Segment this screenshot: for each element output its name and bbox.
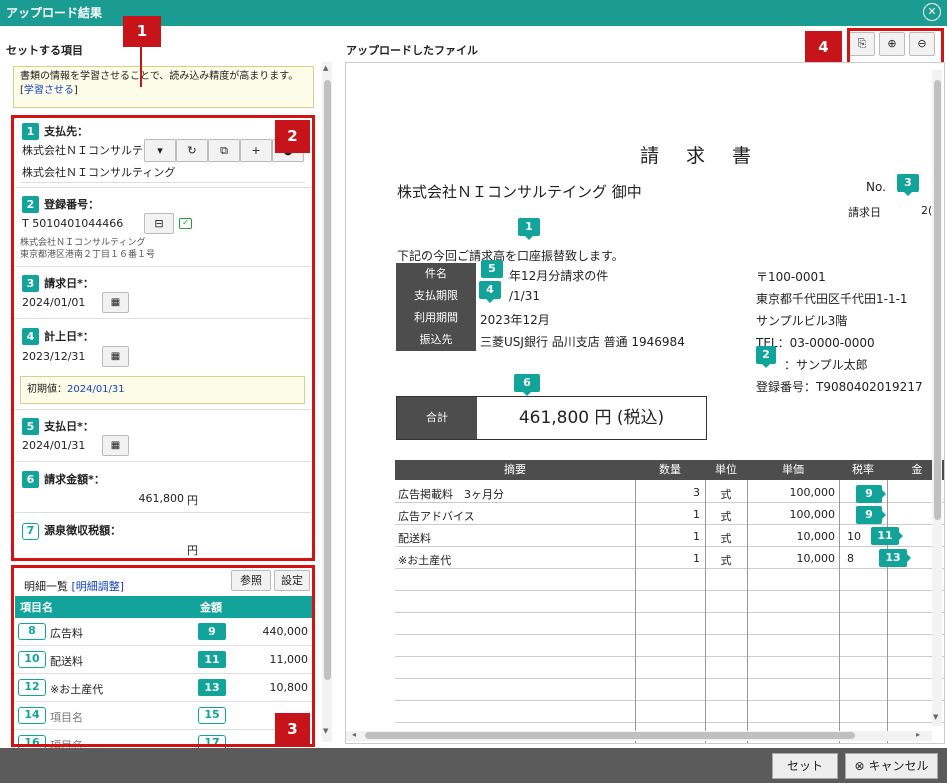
document-viewer[interactable]: 請 求 書 株式会社ＮＩコンサルテイング 御中 No. 請求日 2( 下記の今回…: [345, 62, 945, 744]
info-value: 三菱USJ銀行 品川支店 普通 1946984: [480, 335, 685, 349]
item-price: 10,000: [796, 530, 836, 543]
set-button[interactable]: セット: [772, 753, 838, 779]
table-col-rule: [635, 480, 636, 743]
close-icon[interactable]: ✕: [923, 3, 941, 21]
doc-field-marker: 6: [514, 374, 540, 396]
info-label: 利用期間: [396, 307, 476, 329]
item-tax: 10: [847, 530, 861, 543]
doc-intro: 下記の今回ご請求高を口座振替致します。: [397, 249, 624, 263]
table-header-cell: 摘要: [504, 463, 526, 476]
info-label: 振込先: [396, 329, 476, 351]
doc-field-marker: 9: [856, 485, 886, 503]
table-rule: [395, 524, 944, 525]
item-qty: 3: [693, 486, 700, 499]
item-price: 100,000: [789, 508, 836, 521]
total-value: 461,800 円 (税込): [518, 408, 665, 428]
table-header-cell: 税率: [852, 463, 874, 476]
sender-regno: 登録番号：T9080402019217: [756, 380, 923, 394]
footer-bar: セット ⊗ キャンセル: [0, 748, 947, 783]
doc-field-marker: 9: [856, 506, 886, 524]
item-desc: 広告掲載料 3ヶ月分: [398, 488, 504, 501]
left-heading: セットする項目: [6, 44, 83, 57]
learn-link[interactable]: 学習させる: [24, 85, 74, 96]
doc-vscroll-thumb[interactable]: [934, 80, 941, 520]
doc-client: 株式会社ＮＩコンサルテイング 御中: [397, 183, 642, 201]
right-heading: アップロードしたファイル: [346, 44, 478, 57]
callout-label-3: 3: [275, 713, 310, 746]
doc-date-label: 請求日: [848, 206, 881, 219]
table-rule: [395, 568, 944, 569]
info-value: 年12月分請求の件: [509, 269, 609, 283]
item-qty: 1: [693, 552, 700, 565]
learn-info-box: 書類の情報を学習させることで、読み込み精度が高まります。[学習させる]: [13, 66, 314, 108]
doc-hscroll-thumb[interactable]: [365, 732, 855, 739]
sender-address: 東京都千代田区千代田1-1-1: [756, 292, 908, 306]
item-qty: 1: [693, 530, 700, 543]
left-scroll-thumb[interactable]: [324, 80, 331, 680]
doc-field-marker: 1: [518, 218, 540, 240]
item-unit: 式: [720, 510, 732, 523]
table-rule: [395, 722, 944, 723]
scroll-left-icon[interactable]: ◂: [352, 730, 356, 739]
scroll-down-icon[interactable]: ▼: [323, 727, 328, 735]
item-desc: ※お土産代: [398, 554, 452, 567]
table-rule: [395, 634, 944, 635]
item-qty: 1: [693, 508, 700, 521]
cancel-icon: ⊗: [854, 759, 865, 773]
sender-building: サンプルビル3階: [756, 314, 848, 328]
table-rule: [395, 590, 944, 591]
doc-field-marker: 3: [897, 174, 919, 196]
doc-title: 請 求 書: [640, 145, 756, 167]
table-rule: [395, 656, 944, 657]
scroll-up-icon[interactable]: ▲: [323, 64, 328, 72]
callout-box-4: [847, 28, 944, 65]
info-end: ]: [73, 85, 78, 96]
doc-field-marker: 4: [479, 281, 501, 303]
info-value: /1/31: [509, 289, 540, 303]
table-col-rule: [839, 480, 840, 743]
callout-box-2: [11, 115, 315, 561]
info-label: 件名: [396, 263, 476, 285]
table-rule: [395, 546, 944, 547]
item-unit: 式: [720, 554, 732, 567]
cancel-label: キャンセル: [868, 759, 929, 773]
doc-field-marker: 13: [879, 549, 911, 567]
doc-page: 請 求 書 株式会社ＮＩコンサルテイング 御中 No. 請求日 2( 下記の今回…: [346, 63, 944, 743]
window-title: アップロード結果: [6, 6, 103, 20]
doc-no-label: No.: [866, 180, 886, 194]
callout-box-3: [11, 565, 315, 747]
callout-line-1: [140, 47, 142, 87]
item-tax: 8: [847, 552, 854, 565]
item-price: 100,000: [789, 486, 836, 499]
table-rule: [395, 700, 944, 701]
doc-date-value: 2(: [921, 204, 933, 217]
doc-field-marker: 5: [481, 260, 503, 278]
callout-label-2: 2: [275, 120, 310, 153]
callout-label-1: 1: [123, 16, 161, 47]
total-label: 合計: [397, 397, 477, 439]
item-price: 10,000: [796, 552, 836, 565]
info-value: 2023年12月: [480, 313, 550, 327]
table-header: 摘要 数量 単位 単価 税率金: [395, 460, 944, 480]
info-label: 支払期限: [396, 285, 476, 307]
scroll-down-icon[interactable]: ▼: [933, 713, 938, 721]
table-header-cell: 単位: [715, 463, 737, 476]
callout-label-4: 4: [805, 31, 842, 64]
doc-field-marker: 11: [871, 527, 903, 545]
item-desc: 配送料: [398, 532, 431, 545]
table-header-cell: 数量: [659, 463, 681, 476]
item-desc: 広告アドバイス: [398, 510, 475, 523]
table-rule: [395, 678, 944, 679]
item-unit: 式: [720, 532, 732, 545]
doc-field-marker: 2: [756, 346, 776, 368]
sender-zip: 〒100-0001: [756, 270, 826, 284]
table-col-rule: [887, 480, 888, 743]
item-unit: 式: [720, 488, 732, 501]
table-header-cell: 単価: [782, 463, 804, 476]
sender-person: ：サンプル太郎: [784, 358, 868, 372]
scroll-right-icon[interactable]: ▸: [916, 730, 920, 739]
doc-total-box: 合計 461,800 円 (税込): [396, 396, 707, 440]
table-rule: [395, 612, 944, 613]
cancel-button[interactable]: ⊗ キャンセル: [845, 753, 938, 779]
